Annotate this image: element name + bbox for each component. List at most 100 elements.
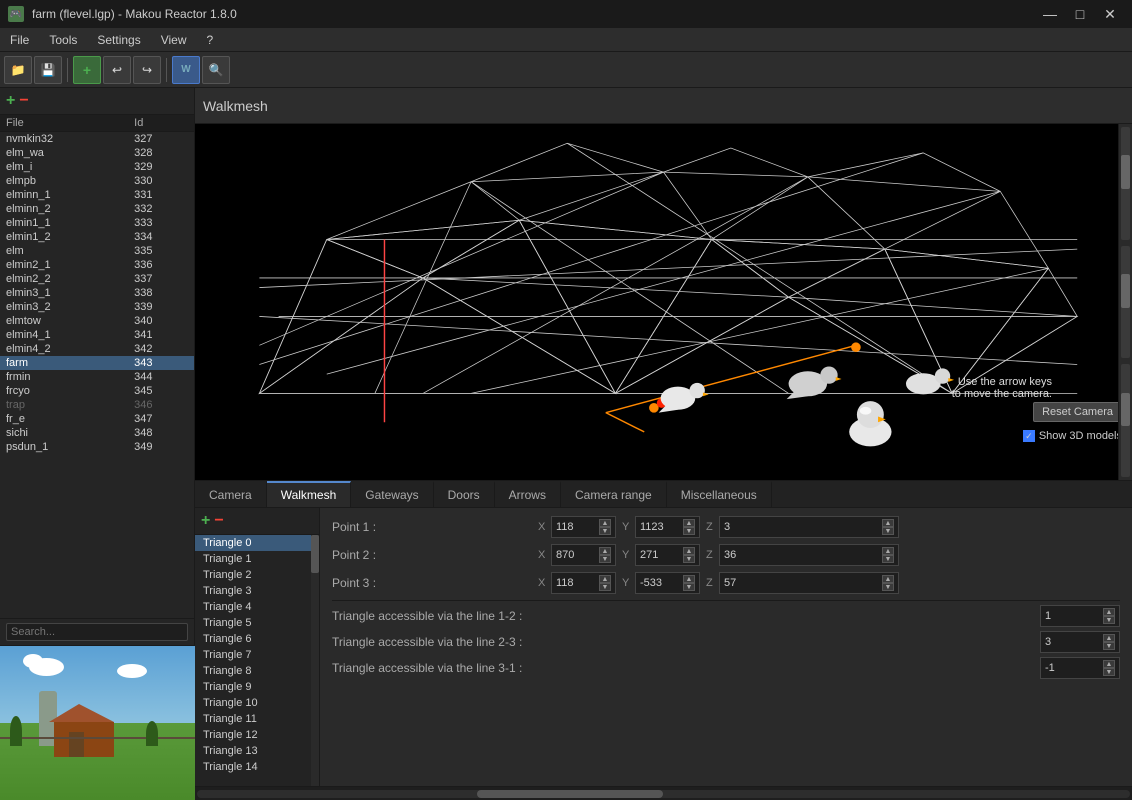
table-row[interactable]: elmin2_2337 [0,272,194,286]
table-row[interactable]: sichi348 [0,426,194,440]
point1-y-up[interactable]: ▲ [683,519,695,527]
table-row[interactable]: elmpb330 [0,174,194,188]
point3-y-input[interactable]: -533 ▲ ▼ [635,572,700,594]
table-row[interactable]: trap346 [0,398,194,412]
titlebar-controls[interactable]: — □ ✕ [1036,0,1124,28]
triangle-scrollbar[interactable] [311,535,319,786]
remove-triangle-button[interactable]: − [214,512,223,530]
point1-x-input[interactable]: 118 ▲ ▼ [551,516,616,538]
accessible-12-up[interactable]: ▲ [1103,608,1115,616]
save-button[interactable]: 💾 [34,56,62,84]
menu-view[interactable]: View [151,28,197,51]
point3-z-down[interactable]: ▼ [882,583,894,591]
list-item[interactable]: Triangle 13 [195,743,311,759]
point2-y-down[interactable]: ▼ [683,555,695,563]
table-row[interactable]: elmin1_2334 [0,230,194,244]
list-item[interactable]: Triangle 7 [195,647,311,663]
table-row[interactable]: elm_i329 [0,160,194,174]
tab-walkmesh[interactable]: Walkmesh [267,481,352,507]
point2-y-spinners[interactable]: ▲ ▼ [683,547,695,563]
add-triangle-button[interactable]: + [201,512,210,530]
table-row[interactable]: psdun_1349 [0,440,194,454]
search-button[interactable]: W [172,56,200,84]
point2-x-spinners[interactable]: ▲ ▼ [599,547,611,563]
accessible-31-down[interactable]: ▼ [1103,668,1115,676]
table-row[interactable]: elmin3_2339 [0,300,194,314]
tab-doors[interactable]: Doors [434,481,495,507]
menu-help[interactable]: ? [197,28,224,51]
accessible-31-up[interactable]: ▲ [1103,660,1115,668]
reset-camera-button[interactable]: Reset Camera [1033,402,1122,422]
list-item[interactable]: Triangle 2 [195,567,311,583]
point3-y-down[interactable]: ▼ [683,583,695,591]
accessible-12-spinners[interactable]: ▲ ▼ [1103,608,1115,624]
menu-file[interactable]: File [0,28,39,51]
horizontal-scrollbar[interactable] [195,786,1132,800]
list-item[interactable]: Triangle 14 [195,759,311,775]
accessible-23-value[interactable]: 3 ▲ ▼ [1040,631,1120,653]
menu-tools[interactable]: Tools [39,28,87,51]
show-3d-checkbox[interactable]: ✓ [1023,430,1035,442]
table-row[interactable]: elm_wa328 [0,146,194,160]
show-3d-checkbox-container[interactable]: ✓ Show 3D models [1023,430,1122,442]
accessible-31-value[interactable]: -1 ▲ ▼ [1040,657,1120,679]
point1-z-up[interactable]: ▲ [882,519,894,527]
undo-button[interactable]: ↩ [103,56,131,84]
point1-z-down[interactable]: ▼ [882,527,894,535]
list-item[interactable]: Triangle 6 [195,631,311,647]
table-row[interactable]: nvmkin32327 [0,132,194,147]
close-button[interactable]: ✕ [1096,0,1124,28]
accessible-23-up[interactable]: ▲ [1103,634,1115,642]
open-button[interactable]: 📁 [4,56,32,84]
list-item[interactable]: Triangle 5 [195,615,311,631]
point1-z-input[interactable]: 3 ▲ ▼ [719,516,899,538]
walkmesh-search[interactable] [203,98,1124,114]
point2-z-spinners[interactable]: ▲ ▼ [882,547,894,563]
redo-button[interactable]: ↪ [133,56,161,84]
point3-y-up[interactable]: ▲ [683,575,695,583]
h-scroll-thumb[interactable] [477,790,664,798]
table-row[interactable]: farm343 [0,356,194,370]
accessible-23-spinners[interactable]: ▲ ▼ [1103,634,1115,650]
accessible-31-spinners[interactable]: ▲ ▼ [1103,660,1115,676]
point1-y-down[interactable]: ▼ [683,527,695,535]
point3-x-spinners[interactable]: ▲ ▼ [599,575,611,591]
table-row[interactable]: elmin4_1341 [0,328,194,342]
point1-x-spinners[interactable]: ▲ ▼ [599,519,611,535]
point3-z-input[interactable]: 57 ▲ ▼ [719,572,899,594]
list-item[interactable]: Triangle 10 [195,695,311,711]
tab-gateways[interactable]: Gateways [351,481,433,507]
maximize-button[interactable]: □ [1066,0,1094,28]
search-input[interactable] [6,623,188,641]
point3-y-spinners[interactable]: ▲ ▼ [683,575,695,591]
point3-x-input[interactable]: 118 ▲ ▼ [551,572,616,594]
table-row[interactable]: fr_e347 [0,412,194,426]
point2-z-down[interactable]: ▼ [882,555,894,563]
point2-x-down[interactable]: ▼ [599,555,611,563]
edit-button[interactable]: + [73,56,101,84]
table-row[interactable]: frcyo345 [0,384,194,398]
table-row[interactable]: elmin3_1338 [0,286,194,300]
point2-y-up[interactable]: ▲ [683,547,695,555]
list-item[interactable]: Triangle 0 [195,535,311,551]
point2-x-up[interactable]: ▲ [599,547,611,555]
list-item[interactable]: Triangle 11 [195,711,311,727]
tab-miscellaneous[interactable]: Miscellaneous [667,481,772,507]
list-item[interactable]: Triangle 9 [195,679,311,695]
add-file-button[interactable]: + [6,92,15,110]
point3-z-up[interactable]: ▲ [882,575,894,583]
point3-z-spinners[interactable]: ▲ ▼ [882,575,894,591]
point1-y-input[interactable]: 1123 ▲ ▼ [635,516,700,538]
point2-x-input[interactable]: 870 ▲ ▼ [551,544,616,566]
table-row[interactable]: elm335 [0,244,194,258]
vscroll-2[interactable] [1121,246,1130,359]
menu-settings[interactable]: Settings [87,28,150,51]
point1-z-spinners[interactable]: ▲ ▼ [882,519,894,535]
list-item[interactable]: Triangle 3 [195,583,311,599]
table-row[interactable]: elmin2_1336 [0,258,194,272]
accessible-12-value[interactable]: 1 ▲ ▼ [1040,605,1120,627]
point1-x-up[interactable]: ▲ [599,519,611,527]
table-row[interactable]: elminn_1331 [0,188,194,202]
table-row[interactable]: frmin344 [0,370,194,384]
table-row[interactable]: elmin4_2342 [0,342,194,356]
